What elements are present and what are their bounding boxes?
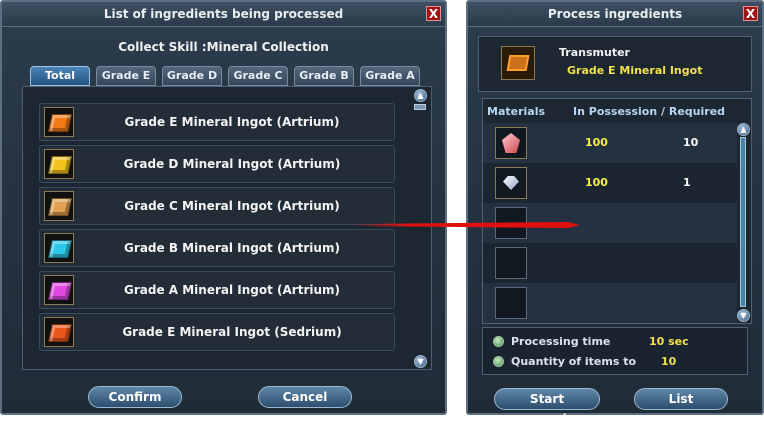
scrollbar-thumb[interactable] — [414, 104, 426, 110]
material-row — [483, 243, 737, 283]
tab-total[interactable]: Total — [30, 66, 90, 86]
list-item[interactable]: Grade C Mineral Ingot (Artrium) — [39, 187, 395, 225]
tab-grade-b[interactable]: Grade B — [294, 66, 354, 86]
orange-ingot-icon — [44, 107, 74, 137]
quantity-have: 100 — [585, 176, 608, 189]
item-label: Grade E Mineral Ingot (Artrium) — [124, 115, 340, 129]
materials-panel: Materials In Possession / Required 100 1… — [482, 98, 752, 324]
tab-grade-e[interactable]: Grade E — [96, 66, 156, 86]
scrollbar-track[interactable] — [740, 137, 746, 307]
item-label: Grade A Mineral Ingot (Artrium) — [123, 283, 341, 297]
item-label: Grade D Mineral Ingot (Artrium) — [123, 157, 341, 171]
red-orange-ingot-icon — [44, 317, 74, 347]
close-icon[interactable]: X — [426, 6, 441, 21]
empty-slot[interactable] — [495, 287, 527, 319]
process-ingredients-window: Process ingredients X Transmuter Grade E… — [466, 0, 764, 426]
item-label: Grade B Mineral Ingot (Artrium) — [124, 241, 340, 255]
cyan-ingot-icon — [44, 233, 74, 263]
scroll-down-icon[interactable]: ▼ — [414, 355, 427, 368]
item-kind: Transmuter — [559, 46, 630, 59]
list-item[interactable]: Grade D Mineral Ingot (Artrium) — [39, 145, 395, 183]
ingredient-list-window: List of ingredients being processed X Co… — [0, 0, 447, 415]
list-item[interactable]: Grade B Mineral Ingot (Artrium) — [39, 229, 395, 267]
connector-arrow — [350, 222, 580, 228]
material-row — [483, 283, 737, 323]
scroll-up-icon[interactable]: ▲ — [414, 89, 427, 102]
yellow-ingot-icon — [44, 149, 74, 179]
processing-time-value: 10 sec — [649, 335, 689, 348]
cancel-button[interactable]: Cancel — [258, 386, 352, 408]
close-icon[interactable]: X — [743, 6, 758, 21]
white-gem-icon[interactable] — [495, 167, 527, 199]
bullet-icon — [493, 356, 504, 367]
empty-slot[interactable] — [495, 247, 527, 279]
bullet-icon — [493, 336, 504, 347]
tab-grade-a[interactable]: Grade A — [360, 66, 420, 86]
processing-info: Processing time 10 sec Quantity of items… — [482, 327, 748, 375]
item-name: Grade E Mineral Ingot — [567, 64, 703, 77]
possession-header: In Possession / Required — [573, 105, 726, 118]
window-title: Process ingredients — [468, 2, 762, 27]
processing-time-label: Processing time — [511, 335, 611, 348]
quantity-value: 10 — [661, 355, 677, 368]
quantity-required: 10 — [683, 136, 699, 149]
transmuter-chest-icon — [501, 46, 535, 80]
item-label: Grade C Mineral Ingot (Artrium) — [124, 199, 340, 213]
start-processing-button[interactable]: Start processing — [494, 388, 600, 426]
list-item[interactable]: Grade E Mineral Ingot (Artrium) — [39, 103, 395, 141]
quantity-required: 1 — [683, 176, 691, 189]
materials-header: Materials — [487, 105, 546, 118]
tab-grade-c[interactable]: Grade C — [228, 66, 288, 86]
skill-title: Collect Skill :Mineral Collection — [118, 40, 329, 54]
red-crystal-icon[interactable] — [495, 127, 527, 159]
quantity-label: Quantity of items to — [511, 355, 637, 368]
list-item[interactable]: Grade A Mineral Ingot (Artrium) — [39, 271, 395, 309]
tan-ingot-icon — [44, 191, 74, 221]
magenta-ingot-icon — [44, 275, 74, 305]
list-item[interactable]: Grade E Mineral Ingot (Sedrium) — [39, 313, 395, 351]
material-row: 100 1 — [483, 163, 737, 203]
item-label: Grade E Mineral Ingot (Sedrium) — [122, 325, 342, 339]
window-title: List of ingredients being processed — [2, 2, 445, 27]
list-button[interactable]: List — [634, 388, 728, 410]
scroll-up-icon[interactable]: ▲ — [737, 123, 750, 136]
material-row: 100 10 — [483, 123, 737, 163]
selected-item-panel: Transmuter Grade E Mineral Ingot — [478, 36, 752, 92]
confirm-button[interactable]: Confirm — [88, 386, 182, 408]
tab-grade-d[interactable]: Grade D — [162, 66, 222, 86]
scroll-down-icon[interactable]: ▼ — [737, 309, 750, 322]
quantity-have: 100 — [585, 136, 608, 149]
